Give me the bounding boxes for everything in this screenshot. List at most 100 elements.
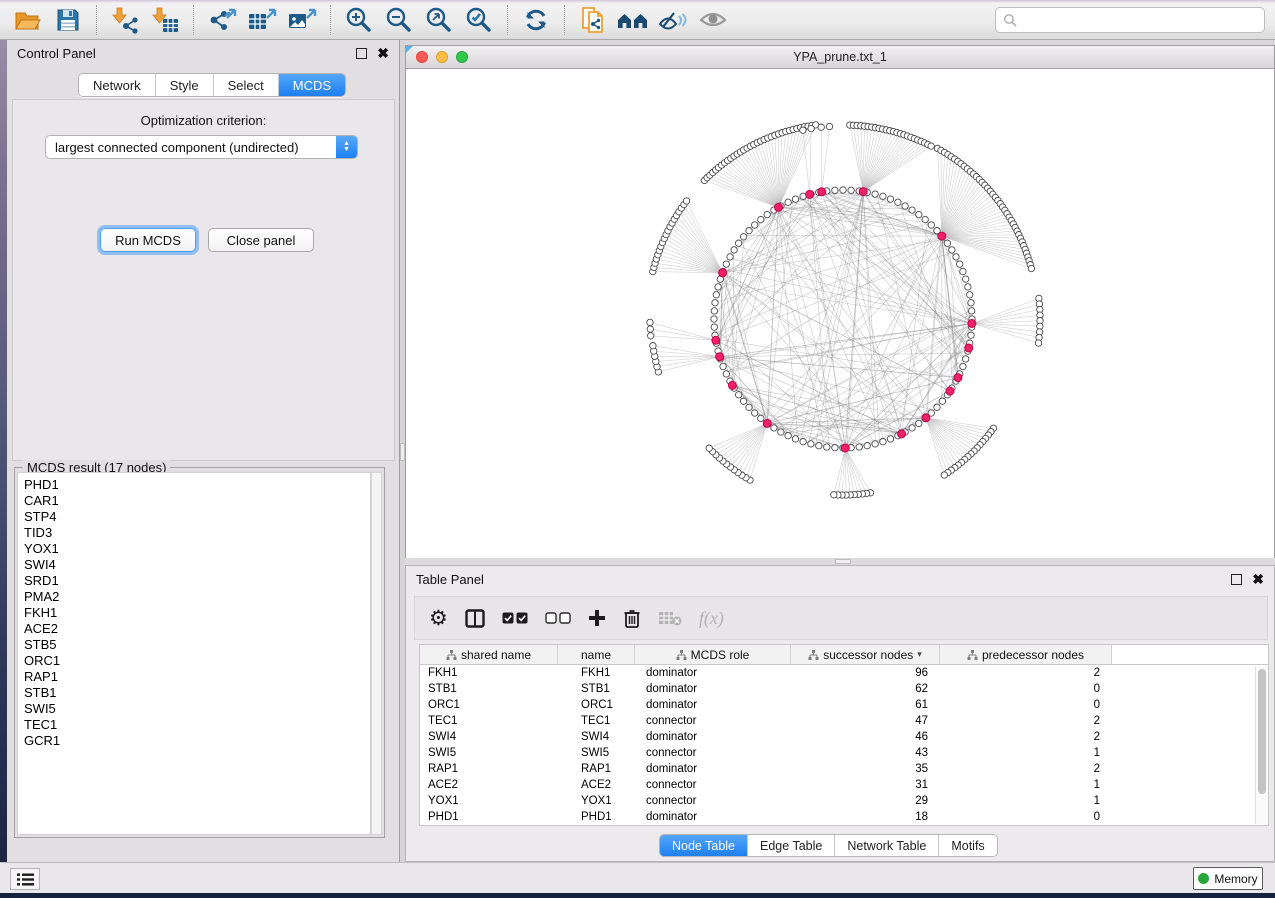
- network-node[interactable]: [818, 124, 824, 130]
- select-all-button[interactable]: [502, 612, 528, 624]
- network-node[interactable]: [720, 363, 726, 369]
- network-node[interactable]: [939, 398, 945, 404]
- network-node[interactable]: [723, 371, 729, 377]
- cell-successor_nodes[interactable]: 47: [791, 713, 940, 729]
- column-menu-icon[interactable]: ▾: [917, 649, 922, 660]
- network-node[interactable]: [960, 268, 966, 274]
- network-node[interactable]: [792, 436, 798, 442]
- cell-mcds_role[interactable]: dominator: [635, 761, 791, 777]
- cell-predecessor_nodes[interactable]: 2: [940, 729, 1112, 745]
- mcds-result-item[interactable]: PMA2: [18, 589, 370, 605]
- network-hub-node[interactable]: [728, 381, 736, 389]
- network-node[interactable]: [840, 187, 846, 193]
- mcds-result-item[interactable]: SWI5: [18, 701, 370, 717]
- network-hub-node[interactable]: [841, 444, 849, 452]
- table-row[interactable]: FKH1FKH1dominator962: [420, 665, 1268, 681]
- table-row[interactable]: YOX1YOX1connector291: [420, 793, 1268, 809]
- float-table-panel-button[interactable]: [1231, 574, 1242, 585]
- cell-name[interactable]: SWI5: [558, 745, 635, 761]
- network-node[interactable]: [715, 284, 721, 290]
- cell-shared_name[interactable]: FKH1: [420, 665, 558, 681]
- network-node[interactable]: [909, 425, 915, 431]
- network-node[interactable]: [944, 240, 950, 246]
- cell-shared_name[interactable]: PHD1: [420, 809, 558, 825]
- cell-predecessor_nodes[interactable]: 0: [940, 681, 1112, 697]
- network-node[interactable]: [887, 196, 893, 202]
- show-all-button[interactable]: [696, 4, 730, 36]
- tab-motifs[interactable]: Motifs: [939, 835, 996, 856]
- network-node[interactable]: [758, 415, 764, 421]
- cell-name[interactable]: ORC1: [558, 697, 635, 713]
- cell-predecessor_nodes[interactable]: 0: [940, 697, 1112, 713]
- network-node[interactable]: [711, 324, 717, 330]
- network-node[interactable]: [746, 404, 752, 410]
- open-file-button[interactable]: [11, 4, 45, 36]
- table-row[interactable]: ORC1ORC1dominator610: [420, 697, 1268, 713]
- cell-name[interactable]: PHD1: [558, 809, 635, 825]
- network-node[interactable]: [872, 191, 878, 197]
- network-node[interactable]: [647, 326, 653, 332]
- mcds-list-scrollbar[interactable]: [371, 472, 382, 835]
- network-node[interactable]: [683, 198, 689, 204]
- cell-successor_nodes[interactable]: 46: [791, 729, 940, 745]
- criterion-dropdown[interactable]: largest connected component (undirected)…: [45, 135, 358, 159]
- refresh-view-button[interactable]: [519, 4, 553, 36]
- network-node[interactable]: [949, 247, 955, 253]
- cell-successor_nodes[interactable]: 61: [791, 697, 940, 713]
- network-node[interactable]: [764, 211, 770, 217]
- network-node[interactable]: [808, 441, 814, 447]
- mcds-result-list[interactable]: PHD1CAR1STP4TID3YOX1SWI4SRD1PMA2FKH1ACE2…: [17, 472, 371, 835]
- network-node[interactable]: [712, 300, 718, 306]
- cell-successor_nodes[interactable]: 29: [791, 793, 940, 809]
- network-node[interactable]: [1028, 265, 1034, 271]
- cell-shared_name[interactable]: STB1: [420, 681, 558, 697]
- cell-shared_name[interactable]: RAP1: [420, 761, 558, 777]
- cell-successor_nodes[interactable]: 43: [791, 745, 940, 761]
- network-hub-node[interactable]: [806, 190, 814, 198]
- network-hub-node[interactable]: [938, 232, 946, 240]
- table-row[interactable]: STB1STB1dominator620: [420, 681, 1268, 697]
- mcds-result-item[interactable]: YOX1: [18, 541, 370, 557]
- cell-predecessor_nodes[interactable]: 0: [940, 809, 1112, 825]
- network-hub-node[interactable]: [719, 269, 727, 277]
- float-panel-button[interactable]: [356, 48, 367, 59]
- network-node[interactable]: [887, 436, 893, 442]
- network-node[interactable]: [957, 261, 963, 267]
- mcds-result-item[interactable]: GCR1: [18, 733, 370, 749]
- network-hub-node[interactable]: [716, 353, 724, 361]
- search-field[interactable]: [995, 7, 1265, 33]
- cell-shared_name[interactable]: SWI4: [420, 729, 558, 745]
- search-input[interactable]: [1017, 10, 1264, 30]
- cell-successor_nodes[interactable]: 96: [791, 665, 940, 681]
- network-node[interactable]: [706, 445, 712, 451]
- cell-mcds_role[interactable]: dominator: [635, 681, 791, 697]
- network-node[interactable]: [740, 398, 746, 404]
- cell-mcds_role[interactable]: connector: [635, 793, 791, 809]
- network-node[interactable]: [752, 222, 758, 228]
- network-node[interactable]: [872, 441, 878, 447]
- cell-name[interactable]: YOX1: [558, 793, 635, 809]
- network-hub-node[interactable]: [954, 374, 962, 382]
- network-node[interactable]: [792, 196, 798, 202]
- mcds-result-item[interactable]: SRD1: [18, 573, 370, 589]
- network-hub-node[interactable]: [712, 336, 720, 344]
- network-node[interactable]: [895, 199, 901, 205]
- network-node[interactable]: [848, 187, 854, 193]
- network-hub-node[interactable]: [775, 203, 783, 211]
- cell-name[interactable]: RAP1: [558, 761, 635, 777]
- network-node[interactable]: [758, 216, 764, 222]
- deselect-all-button[interactable]: [545, 612, 571, 624]
- network-node[interactable]: [746, 228, 752, 234]
- network-node[interactable]: [941, 472, 947, 478]
- network-node[interactable]: [735, 392, 741, 398]
- column-header-successor-nodes[interactable]: successor nodes▾: [791, 645, 940, 664]
- network-node[interactable]: [832, 445, 838, 451]
- import-network-button[interactable]: [108, 4, 142, 36]
- network-node[interactable]: [648, 333, 654, 339]
- cell-successor_nodes[interactable]: 35: [791, 761, 940, 777]
- cell-name[interactable]: FKH1: [558, 665, 635, 681]
- network-node[interactable]: [800, 439, 806, 445]
- network-node[interactable]: [711, 316, 717, 322]
- network-node[interactable]: [953, 254, 959, 260]
- close-table-panel-button[interactable]: ✖: [1252, 574, 1264, 585]
